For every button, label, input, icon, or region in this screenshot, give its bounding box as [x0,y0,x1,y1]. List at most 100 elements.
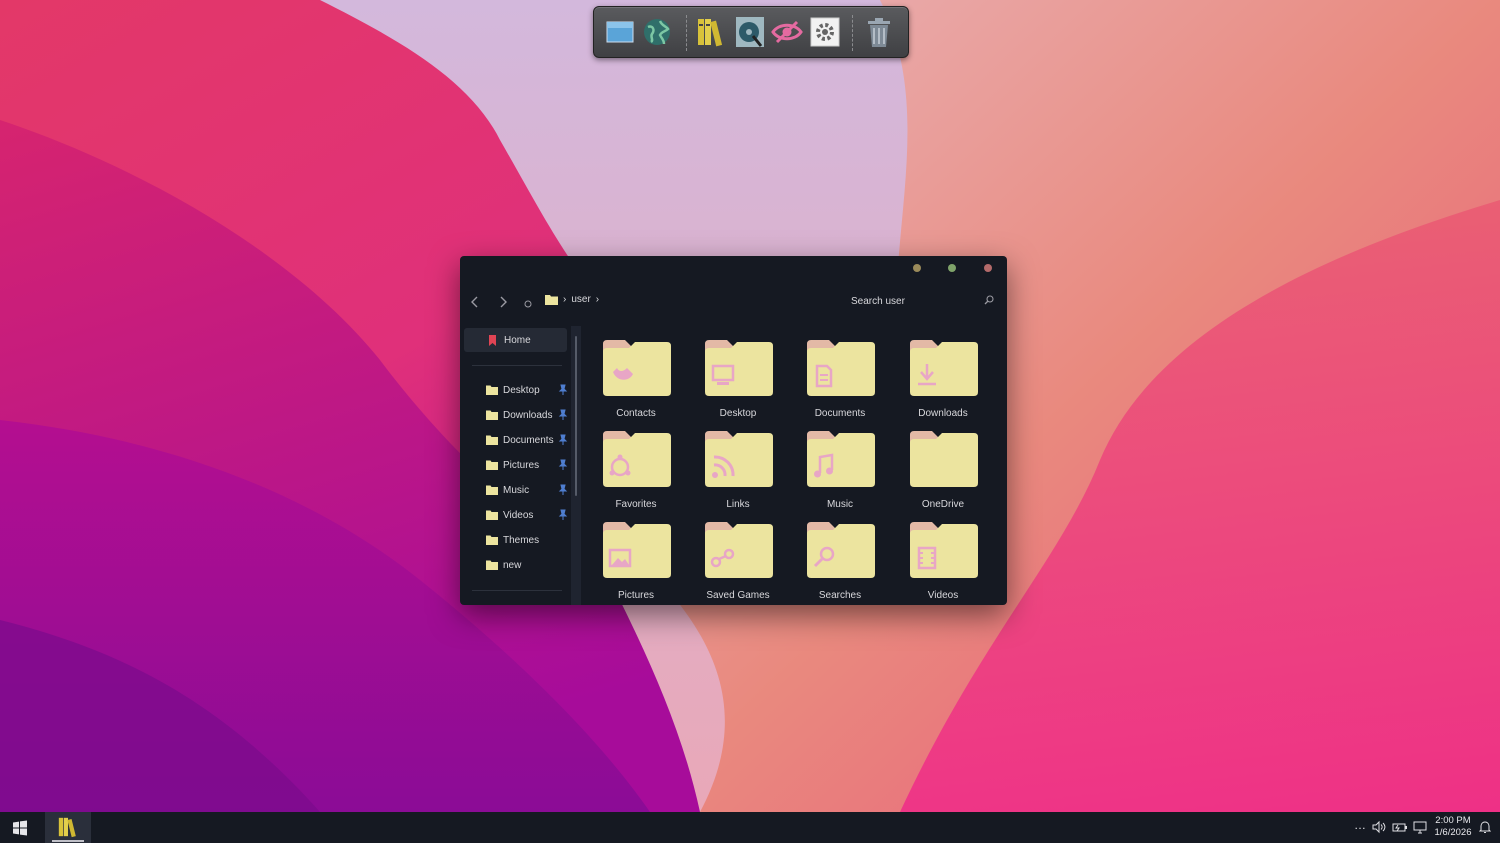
volume-icon[interactable] [1372,820,1386,834]
breadcrumb-chevron[interactable]: › [596,294,599,305]
folder-icon [486,435,498,445]
folder-contacts[interactable]: Contacts [588,338,684,424]
chevron-right-icon [500,296,507,308]
system-clock[interactable]: 2:00 PM 1/6/2026 [1430,815,1476,839]
chevron-left-icon [471,296,478,308]
folder-label: Favorites [615,499,657,510]
sidebar-item-label: Desktop [503,384,540,396]
sidebar-item-label: Music [503,484,530,496]
folder-label: Desktop [719,408,757,419]
folder-desktop[interactable]: Desktop [690,338,786,424]
folder-label: Videos [927,590,959,601]
forward-button[interactable] [498,296,508,311]
maximize-button[interactable] [948,264,956,272]
pin-icon[interactable] [558,459,568,471]
documents-folder-icon [807,340,875,396]
dock [593,6,909,58]
sidebar-scrollbar[interactable] [571,326,581,605]
sidebar-item-label: Pictures [503,459,540,471]
sidebar-item-label: Downloads [503,409,553,421]
bookmark-icon [489,334,496,346]
folder-videos[interactable]: Videos [895,520,991,605]
sidebar-item-new[interactable]: new [486,556,570,574]
breadcrumb[interactable]: › user › [545,294,599,305]
sidebar-item-home[interactable]: Home [464,328,567,352]
folder-icon [486,485,498,495]
folder-icon [486,460,498,470]
downloads-folder-icon [910,340,978,396]
videos-folder-icon [910,522,978,578]
folder-label: Saved Games [706,590,770,601]
sidebar-divider [472,365,562,366]
folder-saved-games[interactable]: Saved Games [690,520,786,605]
dock-separator [686,15,687,51]
library-icon[interactable] [694,15,728,49]
folder-onedrive[interactable]: OneDrive [895,429,991,515]
tray-overflow-button[interactable]: … [1354,818,1366,832]
sidebar-item-documents[interactable]: Documents [486,431,570,449]
close-button[interactable] [984,264,992,272]
folder-label: Documents [814,408,866,419]
breadcrumb-chevron: › [563,294,567,305]
sidebar-item-label: Documents [503,434,554,446]
sidebar-item-downloads[interactable]: Downloads [486,406,570,424]
notification-bell-icon[interactable] [1479,820,1491,834]
taskbar-app-file-explorer[interactable] [45,812,91,843]
folder-pictures[interactable]: Pictures [588,520,684,605]
refresh-icon [524,300,532,308]
library-icon [58,817,76,838]
folder-label: Contacts [616,408,656,419]
clock-time: 2:00 PM [1435,815,1471,826]
refresh-button[interactable] [524,297,532,311]
back-button[interactable] [470,296,480,311]
search-icon[interactable] [984,295,994,305]
sidebar-item-label: Themes [503,534,540,546]
folder-links[interactable]: Links [690,429,786,515]
sidebar-item-label: Home [504,334,531,346]
folder-downloads[interactable]: Downloads [895,338,991,424]
pictures-folder-icon [603,522,671,578]
folder-icon [486,385,498,395]
searches-folder-icon [807,522,875,578]
battery-icon[interactable] [1392,820,1408,834]
navigation-pane: Home Desktop Downloads Documents Picture… [460,326,570,605]
folder-favorites[interactable]: Favorites [588,429,684,515]
breadcrumb-segment-user[interactable]: user [571,294,590,305]
folder-documents[interactable]: Documents [792,338,888,424]
sidebar-item-themes[interactable]: Themes [486,531,570,549]
contacts-folder-icon [603,340,671,396]
scrollbar-thumb[interactable] [575,336,577,496]
sidebar-item-music[interactable]: Music [486,481,570,499]
pin-icon[interactable] [558,434,568,446]
pin-icon[interactable] [558,384,568,396]
links-folder-icon [705,431,773,487]
globe-icon[interactable] [640,15,674,49]
trash-icon[interactable] [862,15,896,49]
sidebar-item-videos[interactable]: Videos [486,506,570,524]
folder-icon [486,510,498,520]
windows-start-icon[interactable] [12,820,28,836]
folder-label: OneDrive [921,499,965,510]
settings-gear-icon[interactable] [808,15,842,49]
sidebar-item-label: new [503,559,522,571]
network-icon[interactable] [1413,820,1427,834]
pin-icon[interactable] [558,509,568,521]
music-folder-icon [807,431,875,487]
minimize-button[interactable] [913,264,921,272]
desktop-icon[interactable] [603,15,637,49]
search-input[interactable]: Search user [851,296,905,307]
taskbar: … 2:00 PM 1/6/2026 [0,812,1500,843]
file-explorer-window: › user › Search user Home Desktop Downlo… [460,256,1007,605]
folder-icon [545,295,558,305]
folder-searches[interactable]: Searches [792,520,888,605]
eye-icon[interactable] [770,15,804,49]
folder-icon [910,431,978,487]
pin-icon[interactable] [558,409,568,421]
pin-icon[interactable] [558,484,568,496]
sidebar-item-pictures[interactable]: Pictures [486,456,570,474]
folder-music[interactable]: Music [792,429,888,515]
sidebar-item-desktop[interactable]: Desktop [486,381,570,399]
desktop-folder-icon [705,340,773,396]
disk-utility-icon[interactable] [733,15,767,49]
sidebar-divider [472,590,562,591]
